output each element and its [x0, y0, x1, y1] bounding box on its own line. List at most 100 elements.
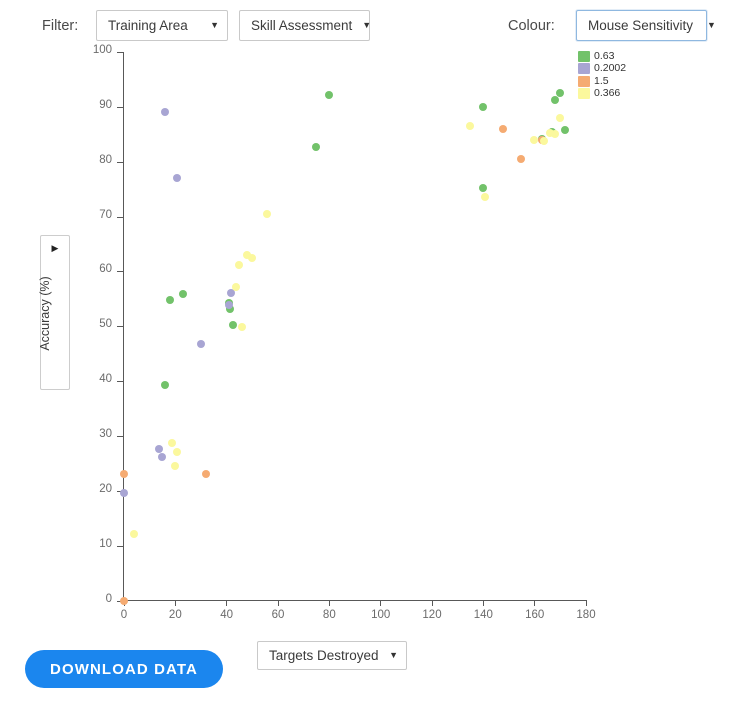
- scatter-point[interactable]: [224, 301, 233, 310]
- x-tick: 140: [474, 600, 493, 621]
- y-tick-label: 30: [99, 427, 112, 440]
- scatter-point[interactable]: [160, 381, 169, 390]
- scatter-point[interactable]: [560, 125, 569, 134]
- y-axis-variable-dropdown[interactable]: ▶ Accuracy (%): [38, 235, 70, 390]
- legend-item[interactable]: 0.63: [578, 50, 698, 62]
- x-tick-label: 80: [322, 609, 336, 621]
- x-tick: 80: [323, 600, 336, 621]
- scatter-point[interactable]: [237, 323, 246, 332]
- filter-skill-assessment-dropdown[interactable]: Skill Assessment ▼: [239, 10, 372, 41]
- y-tick: 40: [99, 373, 123, 385]
- filter-training-area-dropdown[interactable]: Training Area ▼: [96, 10, 228, 41]
- y-tick-label: 60: [99, 263, 112, 276]
- scatter-point[interactable]: [173, 448, 182, 457]
- colour-variable-dropdown[interactable]: Mouse Sensitivity ▼: [576, 10, 716, 41]
- legend: 0.63 0.2002 1.5 0.366: [578, 50, 698, 100]
- scatter-point[interactable]: [155, 445, 164, 454]
- top-toolbar: Filter: Training Area ▼ Skill Assessment…: [0, 0, 740, 48]
- filter-skill-assessment-value: Skill Assessment: [251, 18, 353, 33]
- y-tick: 60: [99, 263, 123, 275]
- scatter-point[interactable]: [548, 127, 557, 136]
- scatter-point[interactable]: [530, 135, 539, 144]
- x-tick-label: 40: [220, 609, 234, 621]
- scatter-point[interactable]: [242, 250, 251, 259]
- y-tick: 20: [99, 483, 123, 495]
- scatter-point[interactable]: [170, 461, 179, 470]
- scatter-point[interactable]: [247, 253, 256, 262]
- chevron-down-icon: ▼: [210, 20, 219, 30]
- y-tick-label: 80: [99, 153, 112, 166]
- scatter-point[interactable]: [119, 470, 128, 479]
- y-tick: 80: [99, 154, 123, 166]
- scatter-point[interactable]: [540, 137, 549, 146]
- legend-label: 0.2002: [594, 62, 627, 75]
- scatter-point[interactable]: [129, 529, 138, 538]
- x-axis-variable-dropdown[interactable]: Targets Destroyed ▼: [257, 641, 407, 670]
- scatter-point[interactable]: [499, 125, 508, 134]
- legend-item[interactable]: 1.5: [578, 75, 698, 87]
- x-tick-label: 20: [168, 609, 182, 621]
- scatter-point[interactable]: [173, 174, 182, 183]
- y-tick: 100: [93, 44, 123, 56]
- scatter-point[interactable]: [478, 102, 487, 111]
- chevron-down-icon: ▼: [362, 20, 372, 30]
- scatter-point[interactable]: [263, 210, 272, 219]
- x-tick: 180: [576, 600, 596, 621]
- scatter-point[interactable]: [545, 129, 554, 138]
- scatter-point[interactable]: [550, 96, 559, 105]
- y-tick-label: 40: [99, 373, 112, 386]
- scatter-point[interactable]: [517, 154, 526, 163]
- legend-item[interactable]: 0.2002: [578, 63, 698, 75]
- scatter-point[interactable]: [550, 130, 559, 139]
- colour-label: Colour:: [508, 18, 555, 34]
- y-tick-label: 20: [99, 482, 112, 495]
- x-tick-label: 140: [473, 609, 493, 621]
- scatter-point[interactable]: [228, 321, 237, 330]
- legend-label: 0.63: [594, 49, 615, 62]
- legend-swatch: [578, 50, 590, 62]
- y-tick-label: 70: [99, 208, 112, 221]
- scatter-point[interactable]: [196, 339, 205, 348]
- scatter-point[interactable]: [478, 184, 487, 193]
- scatter-point[interactable]: [168, 438, 177, 447]
- y-tick-label: 10: [99, 537, 112, 550]
- scatter-point[interactable]: [119, 596, 128, 605]
- scatter-point[interactable]: [160, 108, 169, 117]
- x-tick: 60: [272, 600, 284, 621]
- scatter-point[interactable]: [201, 470, 210, 479]
- y-tick-label: 50: [99, 318, 112, 331]
- scatter-point[interactable]: [224, 299, 233, 308]
- scatter-point[interactable]: [324, 90, 333, 99]
- scatter-point[interactable]: [537, 135, 546, 144]
- scatter-point[interactable]: [232, 282, 241, 291]
- x-tick: 160: [525, 600, 544, 621]
- scatter-point[interactable]: [226, 304, 235, 313]
- scatter-point[interactable]: [119, 488, 128, 497]
- scatter-point[interactable]: [165, 295, 174, 304]
- x-tick: 0: [121, 600, 127, 621]
- scatter-point[interactable]: [158, 453, 166, 462]
- legend-label: 1.5: [594, 74, 609, 87]
- scatter-point[interactable]: [178, 290, 187, 299]
- scatter-point[interactable]: [227, 289, 236, 298]
- y-tick: 10: [99, 538, 123, 550]
- chevron-down-icon: ▼: [389, 650, 398, 660]
- y-axis-variable-value: Accuracy (%): [38, 276, 52, 351]
- scatter-point[interactable]: [537, 134, 546, 143]
- y-tick: 30: [99, 428, 123, 440]
- scatter-point[interactable]: [481, 193, 490, 202]
- x-tick: 40: [220, 600, 233, 621]
- x-tick-label: 100: [371, 609, 391, 621]
- legend-item[interactable]: 0.366: [578, 88, 698, 100]
- x-tick-label: 60: [271, 609, 285, 621]
- legend-swatch: [578, 63, 590, 74]
- scatter-point[interactable]: [466, 122, 474, 131]
- scatter-point[interactable]: [235, 260, 243, 269]
- scatter-point[interactable]: [555, 89, 564, 98]
- y-tick-label: 0: [105, 592, 112, 605]
- x-axis-variable-value: Targets Destroyed: [269, 648, 379, 663]
- scatter-point[interactable]: [555, 113, 564, 122]
- scatter-point[interactable]: [312, 143, 320, 152]
- download-data-button[interactable]: DOWNLOAD DATA: [25, 650, 223, 688]
- legend-swatch: [578, 88, 590, 99]
